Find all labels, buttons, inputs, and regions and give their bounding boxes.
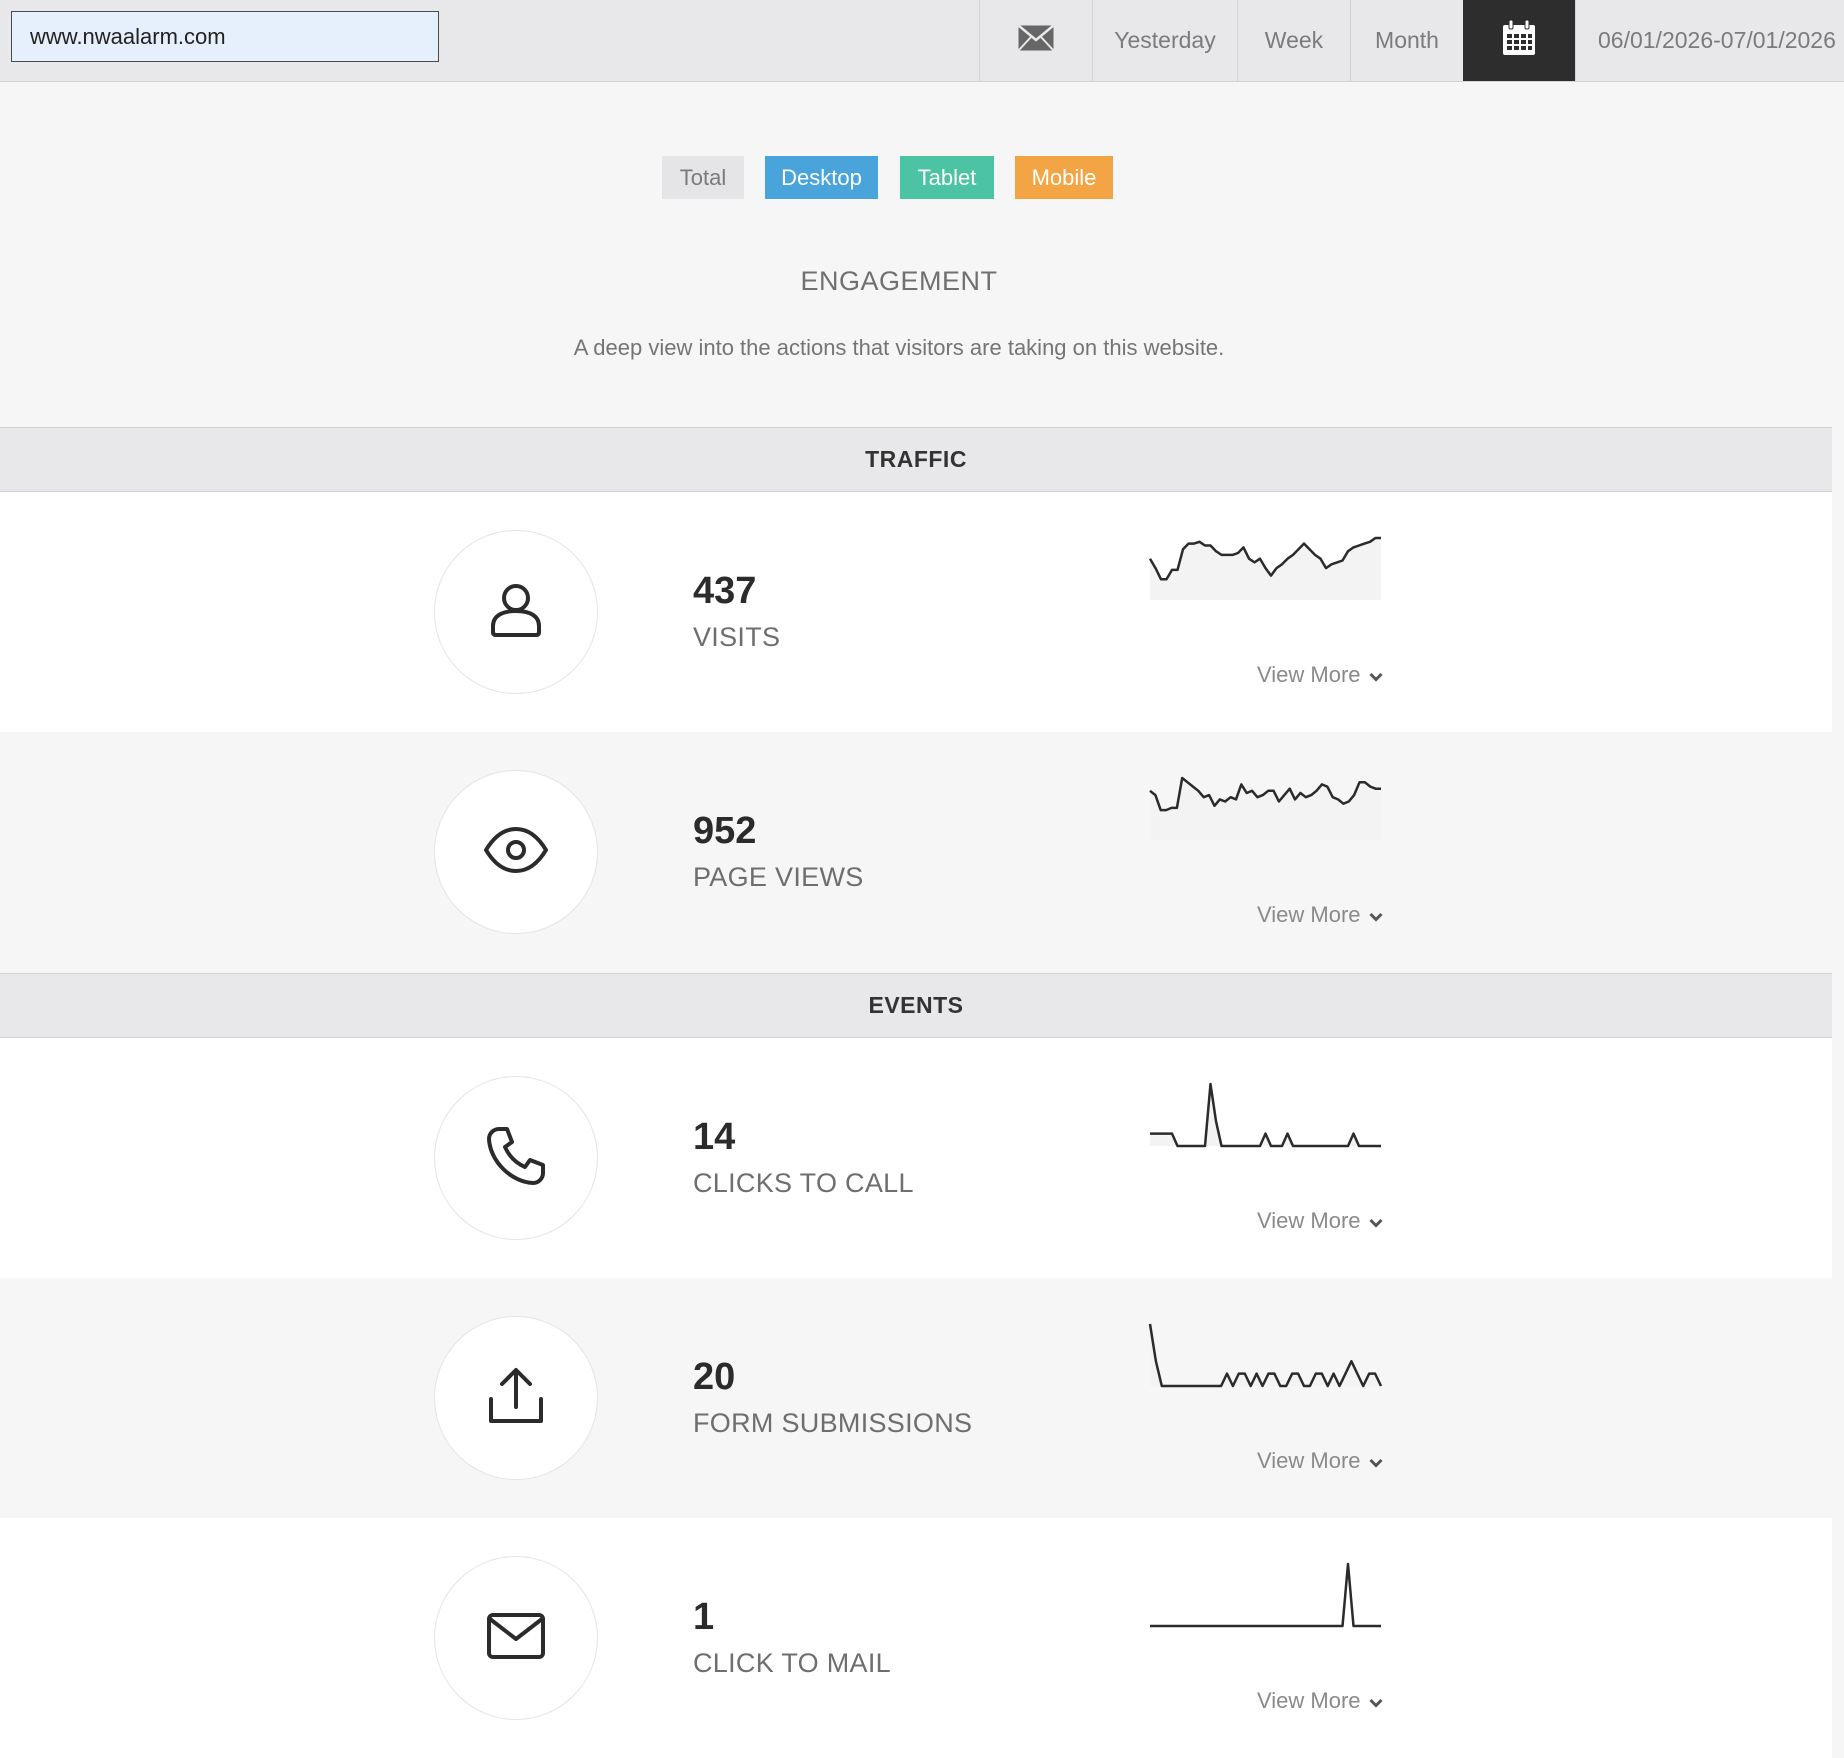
- page-views-sparkline: [1149, 776, 1381, 840]
- form-submissions-sparkline: [1148, 1323, 1383, 1388]
- date-range-display[interactable]: 06/01/2026-07/01/2026: [1575, 0, 1844, 81]
- click-to-mail-sparkline: [1150, 1562, 1381, 1628]
- mail-icon: [486, 1611, 546, 1666]
- view-more-link[interactable]: View More: [1257, 662, 1383, 688]
- metric-value: 20: [693, 1356, 736, 1398]
- calendar-icon: [1501, 19, 1537, 63]
- filter-total-button[interactable]: Total: [662, 156, 744, 199]
- metric-value: 952: [693, 810, 757, 852]
- page-title: ENGAGEMENT: [800, 266, 998, 296]
- metric-label: VISITS: [693, 622, 781, 652]
- metric-value: 437: [693, 570, 757, 612]
- metric-row-form-submissions: 20 FORM SUBMISSIONS View More: [0, 1278, 1832, 1518]
- visits-sparkline: [1148, 536, 1381, 600]
- range-week-button[interactable]: Week: [1237, 0, 1350, 81]
- metric-label: PAGE VIEWS: [693, 862, 864, 892]
- range-yesterday-button[interactable]: Yesterday: [1092, 0, 1237, 81]
- metric-label: CLICKS TO CALL: [693, 1168, 914, 1198]
- sparkline-area: [1150, 1084, 1381, 1146]
- visits-icon-circle: [434, 530, 598, 694]
- view-more-label: View More: [1257, 1448, 1361, 1473]
- sparkline-line: [1150, 1562, 1381, 1628]
- chevron-down-icon: [1368, 662, 1383, 688]
- view-more-label: View More: [1257, 1208, 1361, 1233]
- metric-label: FORM SUBMISSIONS: [693, 1408, 973, 1438]
- view-more-link[interactable]: View More: [1257, 1208, 1383, 1234]
- sparkline-area: [1150, 778, 1381, 840]
- clicks-to-call-sparkline: [1150, 1082, 1381, 1148]
- section-header-events: EVENTS: [0, 973, 1832, 1038]
- chevron-down-icon: [1368, 1448, 1383, 1474]
- metric-value: 1: [693, 1596, 715, 1638]
- filter-desktop-button[interactable]: Desktop: [765, 156, 878, 199]
- chevron-down-icon: [1368, 1688, 1383, 1714]
- form-submissions-icon-circle: [434, 1316, 598, 1480]
- view-more-label: View More: [1257, 902, 1361, 927]
- calendar-button[interactable]: [1463, 0, 1575, 81]
- metric-row-page-views: 952 PAGE VIEWS View More: [0, 732, 1832, 972]
- filter-mobile-button[interactable]: Mobile: [1015, 156, 1113, 199]
- email-report-button[interactable]: [979, 0, 1092, 81]
- page-views-icon-circle: [434, 770, 598, 934]
- view-more-link[interactable]: View More: [1257, 902, 1383, 928]
- metric-row-click-to-mail: 1 CLICK TO MAIL View More: [0, 1518, 1832, 1758]
- user-icon: [484, 578, 548, 647]
- view-more-link[interactable]: View More: [1257, 1448, 1383, 1474]
- eye-icon: [483, 825, 549, 880]
- top-bar: Yesterday Week Month 06/01/2026-07/01/20…: [0, 0, 1844, 82]
- chevron-down-icon: [1368, 1208, 1383, 1234]
- section-header-traffic: TRAFFIC: [0, 427, 1832, 492]
- phone-icon: [485, 1125, 547, 1192]
- metric-row-visits: 437 VISITS View More: [0, 492, 1832, 732]
- envelope-icon: [1017, 24, 1055, 58]
- view-more-label: View More: [1257, 1688, 1361, 1713]
- view-more-label: View More: [1257, 662, 1361, 687]
- range-month-button[interactable]: Month: [1350, 0, 1463, 81]
- clicks-to-call-icon-circle: [434, 1076, 598, 1240]
- chevron-down-icon: [1368, 902, 1383, 928]
- filter-tablet-button[interactable]: Tablet: [900, 156, 994, 199]
- sparkline-area: [1150, 1324, 1381, 1386]
- upload-icon: [485, 1365, 547, 1432]
- metric-value: 14: [693, 1116, 736, 1158]
- section-title: TRAFFIC: [865, 446, 967, 472]
- site-url-input[interactable]: [11, 11, 439, 62]
- click-to-mail-icon-circle: [434, 1556, 598, 1720]
- section-title: EVENTS: [868, 992, 964, 1018]
- metric-label: CLICK TO MAIL: [693, 1648, 891, 1678]
- view-more-link[interactable]: View More: [1257, 1688, 1383, 1714]
- page-subtitle: A deep view into the actions that visito…: [573, 335, 1225, 360]
- metric-row-clicks-to-call: 14 CLICKS TO CALL View More: [0, 1038, 1832, 1278]
